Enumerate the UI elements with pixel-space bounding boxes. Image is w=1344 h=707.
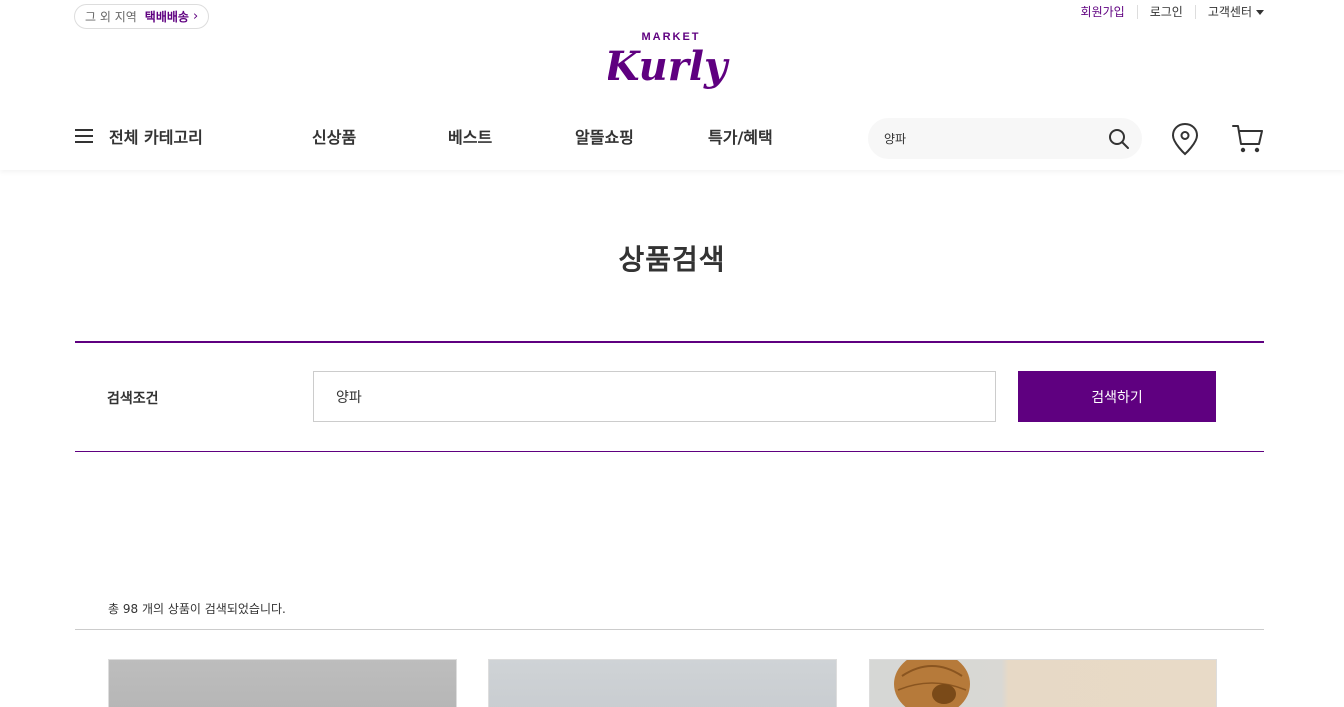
location-pin-icon[interactable] [1170, 122, 1200, 156]
signup-link[interactable]: 회원가입 [1081, 5, 1137, 19]
search-button[interactable]: 검색하기 [1018, 371, 1216, 422]
product-thumbnail[interactable] [108, 659, 457, 707]
market-kurly-logo[interactable]: MARKET Kurly [608, 28, 733, 98]
product-thumbnail[interactable] [488, 659, 837, 707]
caret-down-icon [1256, 9, 1264, 15]
result-count: 총 98 개의 상품이 검색되었습니다. [108, 602, 286, 616]
courier-delivery-label: 택배배송 [144, 10, 189, 24]
customer-center-link[interactable]: 고객센터 [1194, 5, 1264, 19]
search-input[interactable] [313, 371, 996, 422]
header-search [868, 118, 1142, 159]
cart-icon[interactable] [1231, 122, 1265, 156]
logo-market-text: MARKET [641, 31, 700, 43]
delivery-region-selector[interactable]: 그 외 지역 택배배송 › [74, 4, 210, 29]
header-search-input[interactable] [868, 118, 1088, 159]
global-nav: 전체 카테고리 신상품 베스트 알뜰쇼핑 특가/혜택 [0, 104, 1344, 170]
product-thumbnail[interactable] [869, 659, 1217, 707]
logo-kurly-text: Kurly [608, 43, 730, 90]
nav-new-products[interactable]: 신상품 [312, 124, 356, 148]
nav-special-offers[interactable]: 특가/혜택 [708, 124, 773, 148]
all-categories-label: 전체 카테고리 [109, 128, 203, 147]
region-label: 그 외 지역 [85, 10, 137, 24]
search-icon[interactable] [1108, 128, 1130, 150]
onion-image [894, 660, 970, 707]
user-menu: 회원가입 로그인 고객센터 [1081, 5, 1264, 19]
search-condition-box: 검색조건 검색하기 [75, 341, 1264, 452]
all-categories-button[interactable]: 전체 카테고리 [75, 124, 203, 148]
result-divider [75, 629, 1264, 630]
chevron-right-icon: › [192, 9, 199, 24]
nav-best[interactable]: 베스트 [448, 124, 492, 148]
nav-thrifty-shopping[interactable]: 알뜰쇼핑 [575, 124, 634, 148]
hamburger-icon [75, 129, 93, 143]
customer-center-label: 고객센터 [1207, 5, 1252, 19]
search-condition-label: 검색조건 [107, 391, 159, 407]
login-link[interactable]: 로그인 [1136, 5, 1195, 19]
page-title: 상품검색 [618, 243, 726, 276]
